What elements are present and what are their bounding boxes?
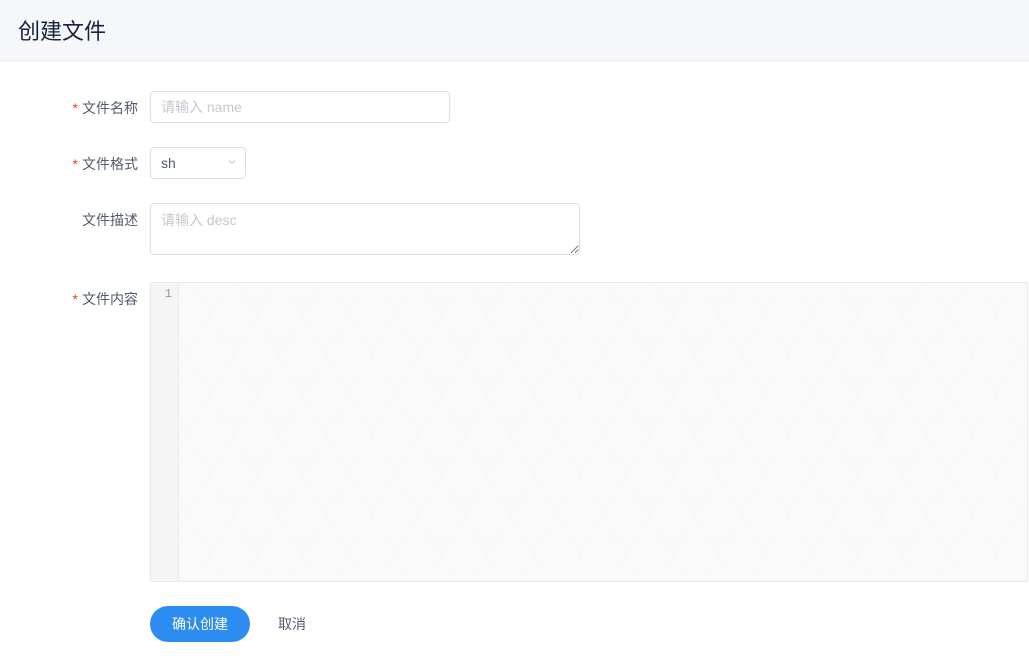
format-select[interactable]: sh [150, 147, 246, 179]
code-gutter: 1 [151, 283, 179, 581]
cancel-button[interactable]: 取消 [270, 606, 314, 642]
filename-label: 文件名称 [0, 91, 150, 118]
button-row: 确认创建 取消 [0, 606, 1029, 642]
confirm-create-button[interactable]: 确认创建 [150, 606, 250, 642]
filename-row: 文件名称 [0, 91, 1029, 123]
page-title: 创建文件 [18, 14, 1011, 46]
content-row: 文件内容 1 [0, 282, 1029, 582]
content-label: 文件内容 [0, 282, 150, 309]
create-file-form: 文件名称 文件格式 sh 文件描述 文件内容 [0, 61, 1029, 662]
format-select-value[interactable]: sh [150, 147, 246, 179]
format-row: 文件格式 sh [0, 147, 1029, 179]
line-number: 1 [151, 287, 172, 301]
description-row: 文件描述 [0, 203, 1029, 258]
code-content-area[interactable] [179, 283, 1027, 581]
filename-input[interactable] [150, 91, 450, 123]
format-label: 文件格式 [0, 147, 150, 174]
page-header: 创建文件 [0, 0, 1029, 61]
description-textarea[interactable] [150, 203, 580, 255]
description-label: 文件描述 [0, 203, 150, 230]
code-editor: 1 [150, 282, 1028, 582]
